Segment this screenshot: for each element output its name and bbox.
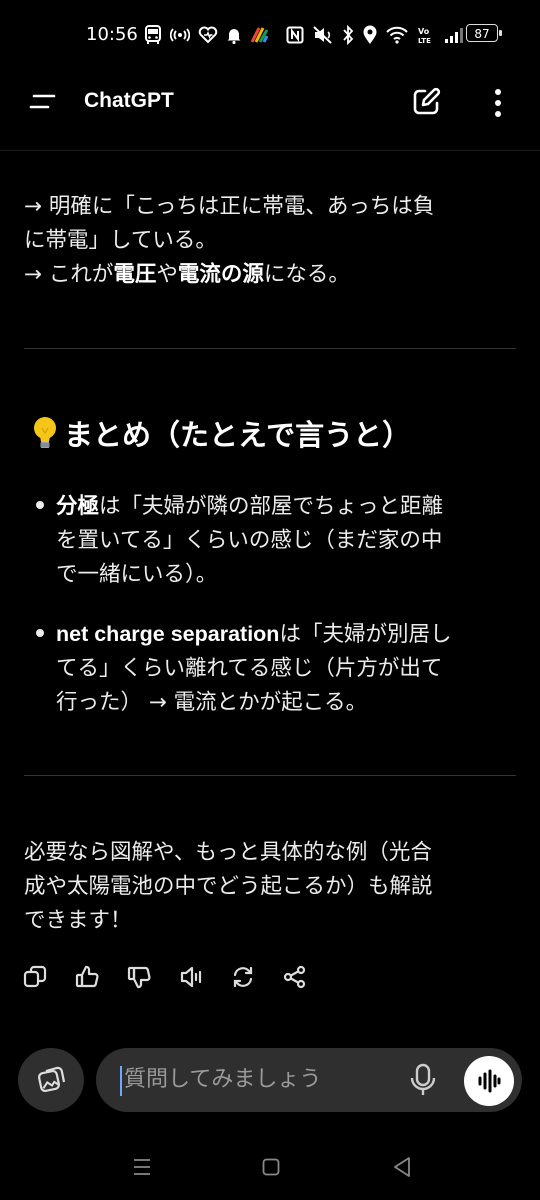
bullet-dot xyxy=(36,629,44,637)
volte-icon: VoLTE xyxy=(418,27,431,45)
voice-mode-button[interactable] xyxy=(464,1056,514,1106)
bus-icon xyxy=(145,25,161,44)
signal-icon xyxy=(445,28,463,43)
new-chat-icon[interactable] xyxy=(410,86,442,118)
share-icon[interactable] xyxy=(282,964,308,990)
color-app-icon xyxy=(250,27,268,43)
thumbs-up-icon[interactable] xyxy=(74,964,100,990)
microphone-icon[interactable] xyxy=(408,1062,438,1098)
bullet-dot xyxy=(36,501,44,509)
lightbulb-icon xyxy=(34,417,56,448)
message-actions xyxy=(22,962,308,992)
attach-button[interactable] xyxy=(18,1048,84,1112)
app-title[interactable]: ChatGPT xyxy=(84,89,174,113)
paragraph-charged: → 明確に「こっちは正に帯電、あっちは負 に帯電」している。 → これが電圧や電… xyxy=(24,194,435,287)
input-placeholder: 質問してみましょう xyxy=(124,1067,322,1092)
status-bar: 10:56 Vo LTE 87 xyxy=(0,0,540,70)
nfc-icon xyxy=(286,26,304,44)
app-header xyxy=(0,70,540,151)
list-item: net charge separationは「夫婦が別居し てる」くらい離れてる… xyxy=(56,622,452,715)
nfc-pay-icon xyxy=(170,28,190,42)
section-heading: まとめ（たとえで言うと） xyxy=(30,412,411,454)
home-icon[interactable] xyxy=(262,1158,280,1176)
location-icon xyxy=(363,25,377,44)
menu-icon[interactable] xyxy=(28,92,58,112)
svg-text:Vo: Vo xyxy=(418,27,430,36)
battery-indicator: 87 xyxy=(466,24,502,42)
copy-icon[interactable] xyxy=(22,964,48,990)
svg-text:LTE: LTE xyxy=(418,37,431,45)
image-attach-icon xyxy=(37,1066,66,1093)
list-item: 分極は「夫婦が隣の部屋でちょっと距離 を置いてる」くらいの感じ（まだ家の中 で一… xyxy=(56,494,444,587)
thumbs-down-icon[interactable] xyxy=(126,964,152,990)
status-time: 10:56 xyxy=(86,24,138,45)
back-icon[interactable] xyxy=(392,1156,412,1178)
divider xyxy=(24,348,516,349)
voice-waveform-icon xyxy=(478,1069,501,1093)
mute-icon xyxy=(313,26,332,44)
heart-icon xyxy=(198,26,218,44)
regenerate-icon[interactable] xyxy=(230,964,256,990)
wifi-icon xyxy=(386,26,408,44)
more-options-icon[interactable] xyxy=(486,86,510,120)
recents-icon[interactable] xyxy=(132,1158,152,1176)
read-aloud-icon[interactable] xyxy=(178,964,204,990)
bluetooth-icon xyxy=(343,25,354,45)
text-cursor xyxy=(120,1066,122,1096)
paragraph-closing: 必要なら図解や、もっと具体的な例（光合 成や太陽電池の中でどう起こるか）も解説 … xyxy=(24,840,433,933)
bell-icon xyxy=(227,29,241,44)
divider xyxy=(24,775,516,776)
